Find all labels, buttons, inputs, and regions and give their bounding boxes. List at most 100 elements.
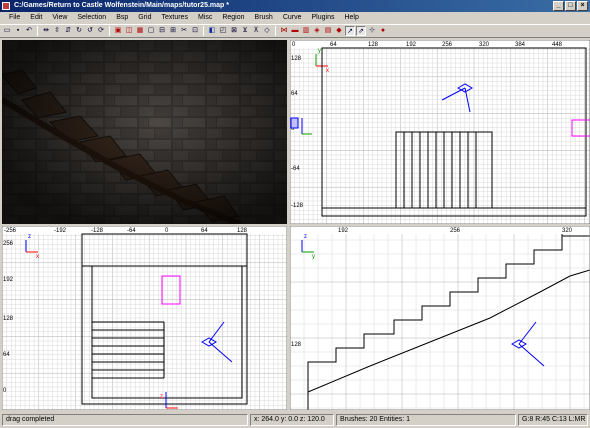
cap-icon[interactable]: ↗: [345, 26, 355, 36]
camera-render: [2, 40, 287, 224]
hollow-icon[interactable]: ⊡: [190, 26, 200, 36]
scale-icon[interactable]: ⋈: [279, 26, 289, 36]
yz-htick: 320: [562, 228, 573, 234]
flip-z-icon[interactable]: ⇵: [63, 26, 73, 36]
xz-htick: -128: [91, 228, 104, 234]
front-view-xz[interactable]: -256 -192 -128 -64 0 64 128 256 192 128 …: [2, 226, 287, 410]
view-change-icon[interactable]: ◧: [207, 26, 217, 36]
side-view-yz[interactable]: 192 256 320 128 y z: [290, 226, 590, 410]
cubic-clip-icon[interactable]: ◰: [218, 26, 228, 36]
select-inside-icon[interactable]: ▢: [146, 26, 156, 36]
save-icon[interactable]: ▪: [13, 26, 23, 36]
xy-htick: 448: [552, 42, 563, 48]
status-message: drag completed: [2, 414, 248, 426]
status-coords: x: 264.0 y: 0.0 z: 120.0: [250, 414, 334, 426]
menu-selection[interactable]: Selection: [72, 12, 111, 24]
menu-help[interactable]: Help: [339, 12, 363, 24]
menu-grid[interactable]: Grid: [133, 12, 156, 24]
xy-htick: 384: [515, 42, 526, 48]
select-touching-icon[interactable]: ◫: [124, 26, 134, 36]
menu-region[interactable]: Region: [217, 12, 249, 24]
csg-subtract-icon[interactable]: ⊟: [157, 26, 167, 36]
camera-movement-icon[interactable]: ⊻: [240, 26, 250, 36]
top-view-xy[interactable]: 0 64 128 192 256 320 384 448 128 64 0 -6…: [290, 40, 590, 224]
menu-file[interactable]: File: [4, 12, 25, 24]
xz-htick: -256: [4, 228, 17, 234]
open-icon[interactable]: ▭: [2, 26, 12, 36]
rotate-icon[interactable]: ▬: [290, 26, 300, 36]
rotate-y-icon[interactable]: ↺: [85, 26, 95, 36]
xz-vtick: 64: [3, 352, 10, 358]
xy-htick: 320: [479, 42, 490, 48]
texture-lock-icon[interactable]: ⊠: [229, 26, 239, 36]
undo-icon[interactable]: ↶: [24, 26, 34, 36]
xy-axis-x-label: x: [326, 68, 329, 74]
status-grid: G:8 R:45 C:13 L:MR: [518, 414, 588, 426]
xy-htick: 128: [368, 42, 379, 48]
yz-htick: 192: [338, 228, 349, 234]
xy-vtick: -64: [291, 166, 300, 172]
rotate-x-icon[interactable]: ↻: [74, 26, 84, 36]
xz-axis-z-label: z: [28, 234, 31, 240]
rotate-z-icon[interactable]: ⟳: [96, 26, 106, 36]
texture-pan-icon[interactable]: ⊹: [367, 26, 377, 36]
toolbar: ▭ ▪ ↶ ⇹ ⇳ ⇵ ↻ ↺ ⟳ ▣ ◫ ▦ ▢ ⊟ ⊞ ✂ ⊡ ◧ ◰ ⊠ …: [0, 24, 590, 38]
menu-misc[interactable]: Misc: [193, 12, 217, 24]
menu-bsp[interactable]: Bsp: [111, 12, 133, 24]
xz-vtick: 192: [3, 277, 14, 283]
xy-vtick: 128: [291, 56, 302, 62]
toolbar-separator: [37, 26, 38, 36]
yz-stringer: [307, 269, 590, 393]
xz-origin-z-label: z: [160, 394, 163, 400]
menu-plugins[interactable]: Plugins: [307, 12, 340, 24]
xy-selected-entity: [571, 119, 590, 137]
patch-bend-icon[interactable]: ◈: [312, 26, 322, 36]
yz-stair-steps: [307, 234, 590, 410]
drag-edges-icon[interactable]: ⊼: [251, 26, 261, 36]
window-title: C:/Games/Return to Castle Wolfenstein/Ma…: [14, 2, 229, 9]
menu-view[interactable]: View: [47, 12, 72, 24]
menu-brush[interactable]: Brush: [250, 12, 278, 24]
xz-htick: 128: [237, 228, 248, 234]
minimize-button[interactable]: _: [553, 1, 564, 11]
menu-curve[interactable]: Curve: [278, 12, 307, 24]
xy-vtick: 64: [291, 91, 298, 97]
flip-y-icon[interactable]: ⇳: [52, 26, 62, 36]
xz-htick: -192: [54, 228, 67, 234]
xz-htick: 64: [201, 228, 208, 234]
show-entities-icon[interactable]: ⇗: [356, 26, 366, 36]
menu-edit[interactable]: Edit: [25, 12, 47, 24]
camera-view[interactable]: [2, 40, 287, 224]
entity-icon[interactable]: ●: [378, 26, 388, 36]
flip-x-icon[interactable]: ⇹: [41, 26, 51, 36]
xy-htick: 64: [330, 42, 337, 48]
yz-grid-canvas: 192 256 320 128 y z: [290, 226, 590, 410]
xy-axis-y-label: y: [318, 48, 321, 54]
toolbar-separator: [275, 26, 276, 36]
xz-brushes: [81, 233, 248, 405]
xz-htick: -64: [127, 228, 136, 234]
xy-grid-canvas: 0 64 128 192 256 320 384 448 128 64 0 -6…: [290, 40, 590, 224]
patch-insert-icon[interactable]: ▤: [323, 26, 333, 36]
xy-htick: 192: [406, 42, 417, 48]
csg-merge-icon[interactable]: ⊞: [168, 26, 178, 36]
drag-vertices-icon[interactable]: ◇: [262, 26, 272, 36]
xy-vtick: -128: [291, 203, 304, 209]
maximize-button[interactable]: □: [565, 1, 576, 11]
select-complete-icon[interactable]: ▣: [113, 26, 123, 36]
yz-htick: 256: [450, 228, 461, 234]
yz-axis-y-label: y: [312, 254, 315, 260]
xz-vtick: 128: [3, 316, 14, 322]
menu-textures[interactable]: Textures: [156, 12, 192, 24]
patch-delete-icon[interactable]: ◆: [334, 26, 344, 36]
select-partial-icon[interactable]: ▦: [135, 26, 145, 36]
patch-icon[interactable]: ▥: [301, 26, 311, 36]
menu-bar: File Edit View Selection Bsp Grid Textur…: [0, 12, 590, 24]
status-counts: Brushes: 20 Entities: 1: [336, 414, 516, 426]
app-icon: [2, 2, 10, 10]
xz-vtick: 256: [3, 241, 14, 247]
xy-htick: 256: [442, 42, 453, 48]
yz-vtick: 128: [291, 342, 302, 348]
clipper-icon[interactable]: ✂: [179, 26, 189, 36]
close-button[interactable]: ×: [577, 1, 588, 11]
